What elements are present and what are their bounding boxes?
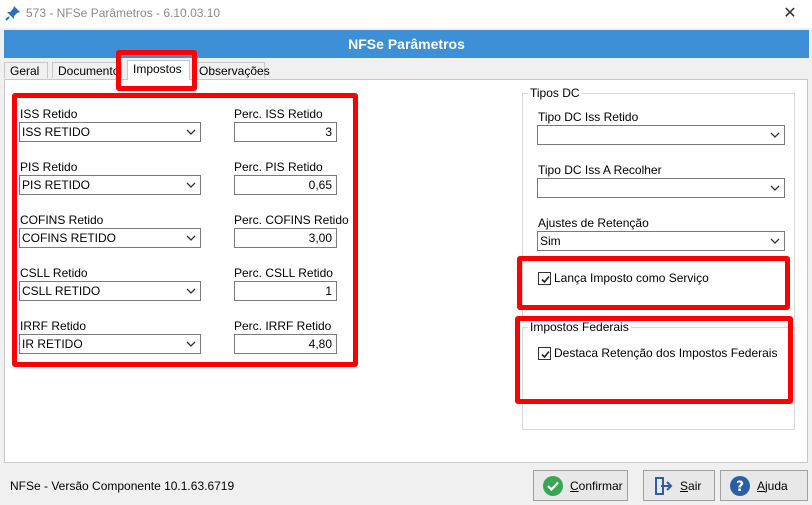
tab-impostos[interactable]: Impostos [127,60,190,80]
chevron-down-icon [186,341,196,347]
perc-csll-input[interactable]: 1 [234,281,337,301]
ajustes-retencao-select[interactable]: Sim [537,231,785,251]
tipo-dc-iss-recolher-label: Tipo DC Iss A Recolher [538,163,662,177]
chevron-down-icon [186,182,196,188]
iss-retido-value: ISS RETIDO [22,125,91,139]
tipo-dc-iss-retido-label: Tipo DC Iss Retido [538,110,639,124]
iss-retido-select[interactable]: ISS RETIDO [19,122,201,142]
confirm-button[interactable]: Confirmar [533,470,628,501]
ajustes-retencao-label: Ajustes de Retenção [538,216,649,230]
impostos-federais-group: Impostos Federais [522,320,795,430]
pis-retido-label: PIS Retido [20,160,78,174]
checkbox-checked-icon [538,347,551,361]
perc-pis-label: Perc. PIS Retido [234,160,323,174]
chevron-down-icon [770,238,780,244]
help-icon: ? [730,475,750,496]
close-icon[interactable]: ✕ [778,3,802,25]
tab-geral[interactable]: Geral [4,62,48,78]
destaca-retencao-label: Destaca Retenção dos Impostos Federais [554,346,778,360]
cofins-retido-label: COFINS Retido [20,213,104,227]
perc-irrf-input[interactable]: 4,80 [234,334,337,354]
perc-pis-input[interactable]: 0,65 [234,175,337,195]
page-banner: NFSe Parâmetros [4,30,809,58]
exit-accesskey: S [680,478,689,493]
pin-icon [5,6,20,21]
cofins-retido-select[interactable]: COFINS RETIDO [19,228,201,248]
csll-retido-label: CSLL Retido [20,266,88,280]
window-title: 573 - NFSe Parâmetros - 6.10.03.10 [26,6,221,20]
help-accesskey: A [757,478,766,493]
lanca-imposto-checkbox[interactable]: Lança Imposto como Serviço [538,271,709,286]
irrf-retido-value: IR RETIDO [22,337,83,351]
exit-door-icon [655,476,673,495]
title-bar: 573 - NFSe Parâmetros - 6.10.03.10 ✕ [0,0,812,28]
perc-cofins-label: Perc. COFINS Retido [234,213,349,227]
tab-documento[interactable]: Documento [52,62,122,78]
help-button[interactable]: ? Ajuda [720,470,808,501]
exit-label: air [688,478,702,493]
perc-irrf-label: Perc. IRRF Retido [234,319,332,333]
ajustes-retencao-value: Sim [540,234,561,248]
perc-cofins-input[interactable]: 3,00 [234,228,337,248]
irrf-retido-label: IRRF Retido [20,319,87,333]
pis-retido-select[interactable]: PIS RETIDO [19,175,201,195]
chevron-down-icon [770,185,780,191]
cofins-retido-value: COFINS RETIDO [22,231,117,245]
help-label: juda [765,478,788,493]
chevron-down-icon [770,132,780,138]
confirm-accesskey: C [570,478,579,493]
lanca-imposto-label: Lança Imposto como Serviço [554,271,709,285]
iss-retido-label: ISS Retido [20,107,78,121]
checkbox-checked-icon [538,272,551,286]
pis-retido-value: PIS RETIDO [22,178,91,192]
chevron-down-icon [186,235,196,241]
perc-iss-label: Perc. ISS Retido [234,107,323,121]
confirm-label: onfirmar [578,478,623,493]
impostos-federais-legend: Impostos Federais [528,320,631,334]
perc-iss-input[interactable]: 3 [234,122,337,142]
chevron-down-icon [186,288,196,294]
destaca-retencao-checkbox[interactable]: Destaca Retenção dos Impostos Federais [538,346,778,361]
check-circle-icon [543,475,563,496]
perc-csll-label: Perc. CSLL Retido [234,266,333,280]
exit-button[interactable]: Sair [643,470,715,501]
status-text: NFSe - Versão Componente 10.1.63.6719 [10,479,235,493]
csll-retido-value: CSLL RETIDO [22,284,101,298]
tab-panel-impostos: ISS Retido ISS RETIDO Perc. ISS Retido 3… [4,79,808,463]
csll-retido-select[interactable]: CSLL RETIDO [19,281,201,301]
tipos-dc-legend: Tipos DC [528,86,582,100]
chevron-down-icon [186,129,196,135]
tab-observacoes[interactable]: Observações [193,62,270,78]
tipo-dc-iss-recolher-select[interactable] [537,178,785,198]
svg-text:?: ? [736,479,744,495]
irrf-retido-select[interactable]: IR RETIDO [19,334,201,354]
tipo-dc-iss-retido-select[interactable] [537,125,785,145]
